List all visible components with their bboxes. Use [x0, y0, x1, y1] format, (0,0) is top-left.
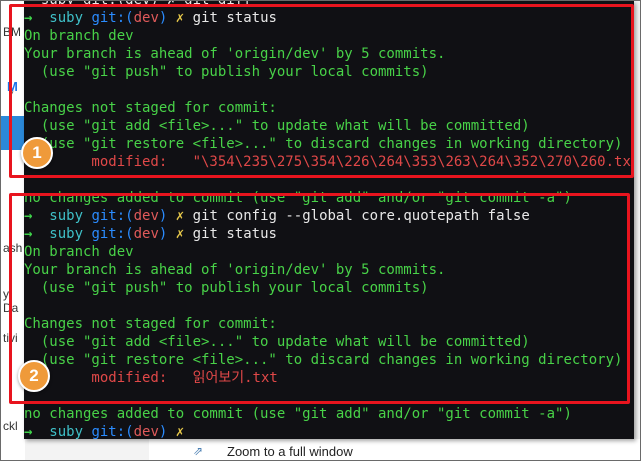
terminal-text: dev	[133, 424, 159, 439]
step-badge-1: 1	[21, 137, 53, 169]
step-badge-2: 2	[18, 360, 50, 392]
highlight-box-2	[9, 193, 630, 404]
background-label: ckl	[3, 419, 18, 433]
terminal-text: ✗	[167, 424, 185, 439]
zoom-link[interactable]: Zoom to a full window	[227, 444, 353, 459]
screenshot-frame: BM M ▾ ash y Da tivi ckl ⇗ Zoom to a ful…	[0, 0, 641, 461]
background-link-row: ⇗ Zoom to a full window	[149, 439, 640, 460]
terminal-text: suby	[49, 424, 92, 439]
terminal-line: → suby git:(dev) ✗	[24, 423, 634, 439]
terminal-line: no changes added to commit (use "git add…	[24, 405, 634, 423]
external-link-icon: ⇗	[193, 444, 204, 458]
terminal-text: no changes added to commit (use "git add…	[24, 406, 572, 422]
terminal-text: →	[24, 424, 50, 439]
terminal-text: git:(	[91, 424, 134, 439]
highlight-box-1	[9, 4, 634, 178]
